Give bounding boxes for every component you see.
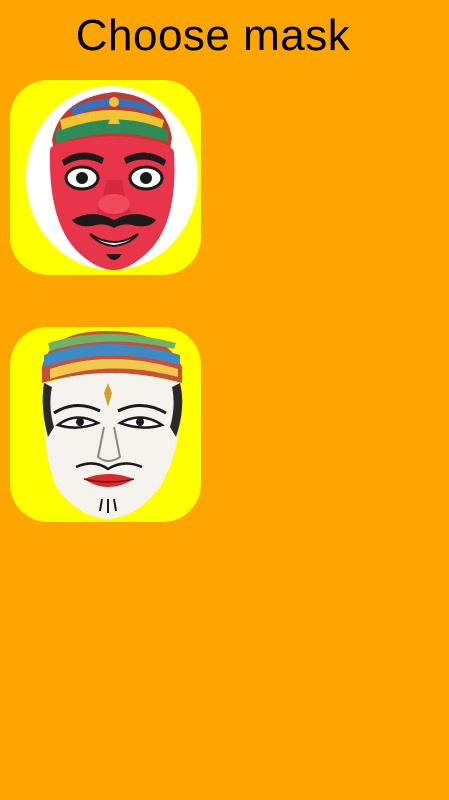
page-title: Choose mask xyxy=(75,11,351,60)
red-mask-icon xyxy=(26,86,198,270)
mask-option-white[interactable] xyxy=(10,327,201,522)
mask-option-red[interactable] xyxy=(10,80,201,275)
mask-chooser-screen: Choose mask xyxy=(0,0,449,800)
white-mask-icon xyxy=(42,331,183,519)
